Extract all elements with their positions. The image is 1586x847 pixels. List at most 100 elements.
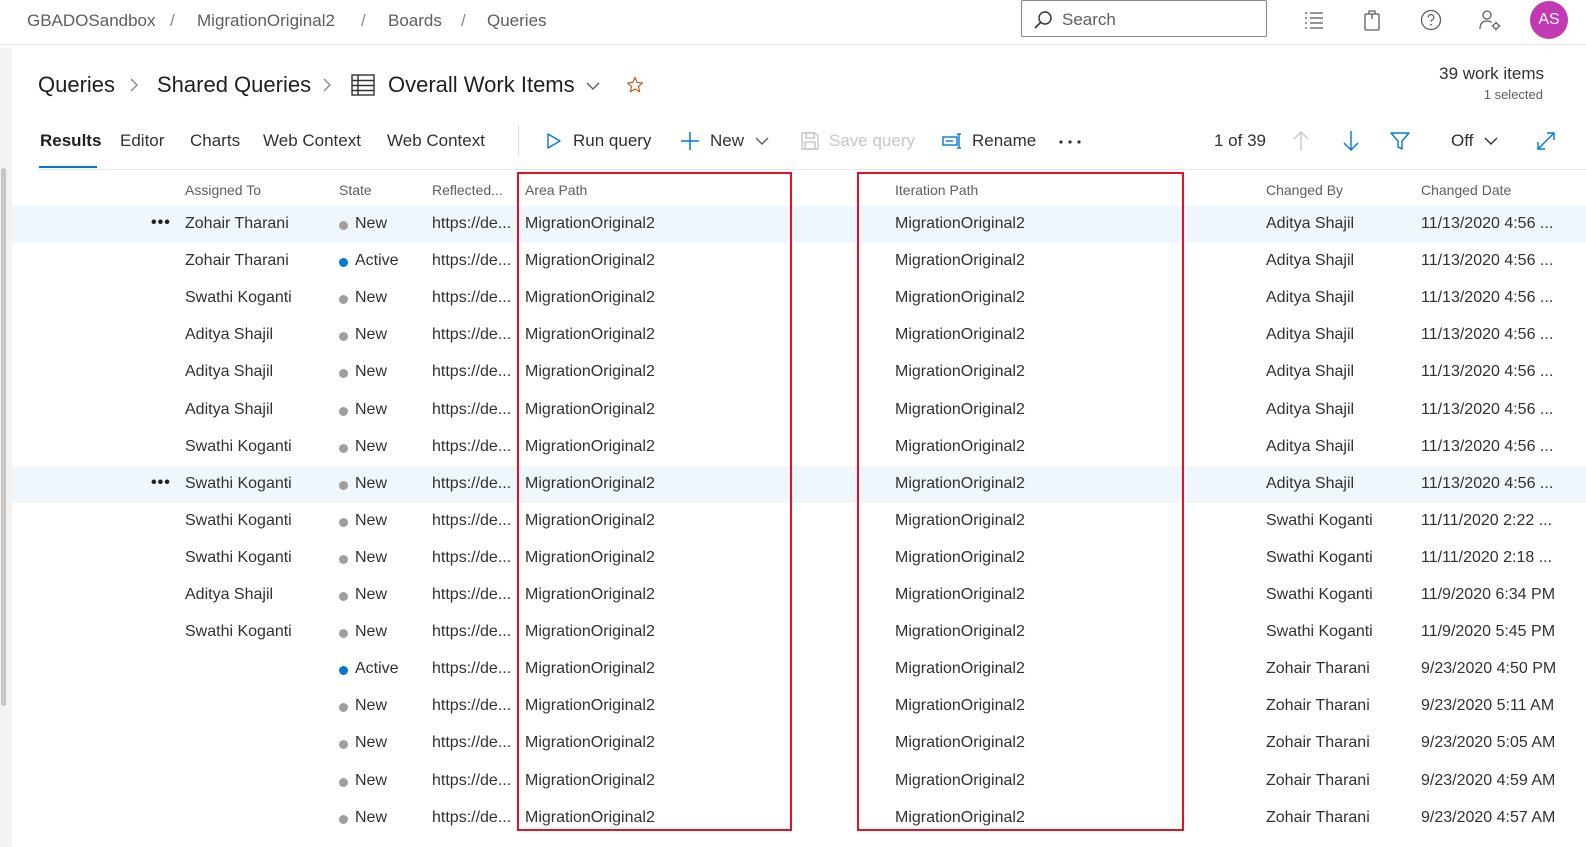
column-header-changed-by[interactable]: Changed By: [1266, 182, 1343, 198]
cell-changed-date: 11/9/2020 5:45 PM: [1421, 623, 1556, 640]
table-row[interactable]: ••• Zohair Tharani New https://de... Migrati…: [12, 206, 1586, 243]
fullscreen-expand-icon[interactable]: [1536, 131, 1556, 151]
table-row[interactable]: Aditya Shajil New https://de... MigrationOr…: [12, 577, 1586, 614]
cell-changed-date: 9/23/2020 5:11 AM: [1421, 697, 1555, 714]
cell-iteration-path: MigrationOriginal2: [895, 697, 1025, 714]
header-path-shared-queries[interactable]: Shared Queries: [157, 72, 311, 98]
cell-iteration-path: MigrationOriginal2: [895, 512, 1025, 529]
cell-reflected[interactable]: https://de...: [432, 363, 511, 381]
state-dot-icon: [339, 592, 348, 601]
favorite-star-icon[interactable]: [626, 76, 644, 94]
breadcrumb-organization[interactable]: GBADOSandbox: [27, 11, 156, 31]
cell-reflected[interactable]: https://de...: [432, 215, 511, 233]
cell-reflected[interactable]: https://de...: [432, 809, 511, 827]
result-position: 1 of 39: [1214, 131, 1266, 150]
rename-label: Rename: [972, 131, 1037, 150]
cell-reflected[interactable]: https://de...: [432, 475, 511, 493]
help-icon[interactable]: [1419, 8, 1443, 32]
tab-web-context[interactable]: Web Context: [263, 131, 361, 151]
query-menu-chevron-down-icon[interactable]: [585, 79, 601, 93]
run-query-label: Run query: [573, 131, 652, 150]
cell-assigned-to: Zohair Tharani: [185, 215, 289, 232]
vertical-scrollbar[interactable]: [1, 168, 6, 706]
column-header-area-path[interactable]: Area Path: [525, 182, 587, 198]
tab-results[interactable]: Results: [40, 131, 101, 151]
search-box[interactable]: [1021, 0, 1267, 37]
cell-assigned-to: Aditya Shajil: [185, 586, 274, 603]
cell-reflected[interactable]: https://de...: [432, 401, 511, 419]
cell-area-path: MigrationOriginal2: [525, 512, 655, 529]
table-row[interactable]: ••• Swathi Koganti New https://de... Migrati…: [12, 466, 1586, 503]
cell-reflected[interactable]: https://de...: [432, 586, 511, 604]
tab-web-context-2[interactable]: Web Context: [387, 131, 485, 151]
table-row[interactable]: Swathi Koganti New https://de... MigrationO…: [12, 429, 1586, 466]
table-row[interactable]: New https://de... MigrationOriginal2 Migrat…: [12, 763, 1586, 800]
table-row[interactable]: Aditya Shajil New https://de... MigrationOr…: [12, 354, 1586, 391]
breadcrumb-boards[interactable]: Boards: [388, 11, 442, 31]
breadcrumb-project[interactable]: MigrationOriginal2: [197, 11, 335, 31]
cell-area-path: MigrationOriginal2: [525, 475, 655, 492]
cell-reflected[interactable]: https://de...: [432, 438, 511, 456]
cell-reflected[interactable]: https://de...: [432, 772, 511, 790]
table-row[interactable]: New https://de... MigrationOriginal2 Migrat…: [12, 688, 1586, 725]
cell-area-path: MigrationOriginal2: [525, 623, 655, 640]
table-row[interactable]: Swathi Koganti New https://de... MigrationO…: [12, 280, 1586, 317]
top-navigation-bar: GBADOSandbox / MigrationOriginal2 / Boar…: [0, 0, 1586, 45]
cell-area-path: MigrationOriginal2: [525, 252, 655, 269]
cell-reflected[interactable]: https://de...: [432, 289, 511, 307]
cell-changed-date: 11/13/2020 4:56 ...: [1421, 438, 1554, 455]
table-row[interactable]: Aditya Shajil New https://de... MigrationOr…: [12, 392, 1586, 429]
column-header-reflected[interactable]: Reflected...: [432, 182, 503, 198]
column-header-iteration-path[interactable]: Iteration Path: [895, 182, 978, 198]
cell-reflected[interactable]: https://de...: [432, 326, 511, 344]
marketplace-bag-icon[interactable]: [1360, 8, 1384, 32]
search-icon: [1034, 11, 1052, 29]
query-table-icon: [351, 74, 375, 96]
cell-reflected[interactable]: https://de...: [432, 734, 511, 752]
breadcrumb-queries[interactable]: Queries: [487, 11, 547, 31]
table-row[interactable]: New https://de... MigrationOriginal2 Migrat…: [12, 725, 1586, 762]
tab-charts[interactable]: Charts: [190, 131, 240, 151]
arrow-down-icon[interactable]: [1342, 130, 1360, 152]
table-row[interactable]: Active https://de... MigrationOriginal2 Mig…: [12, 651, 1586, 688]
state-dot-icon: [339, 369, 348, 378]
table-row[interactable]: Zohair Tharani Active https://de... Migrati…: [12, 243, 1586, 280]
cell-reflected[interactable]: https://de...: [432, 512, 511, 530]
cell-reflected[interactable]: https://de...: [432, 549, 511, 567]
cell-area-path: MigrationOriginal2: [525, 660, 655, 677]
user-settings-icon[interactable]: [1478, 8, 1502, 32]
filter-icon[interactable]: [1390, 131, 1410, 151]
breadcrumb-separator: /: [361, 11, 366, 30]
row-more-actions-icon[interactable]: •••: [151, 214, 171, 232]
save-icon: [801, 132, 819, 150]
column-header-assigned-to[interactable]: Assigned To: [185, 182, 261, 198]
new-label: New: [710, 131, 745, 150]
arrow-up-icon[interactable]: [1292, 130, 1310, 152]
cell-state: New: [355, 512, 388, 529]
search-input[interactable]: [1060, 7, 1264, 33]
row-more-actions-icon[interactable]: •••: [151, 474, 171, 492]
column-header-state[interactable]: State: [339, 182, 372, 198]
cell-iteration-path: MigrationOriginal2: [895, 809, 1025, 826]
cell-area-path: MigrationOriginal2: [525, 401, 655, 418]
table-row[interactable]: New https://de... MigrationOriginal2 Migrat…: [12, 800, 1586, 837]
tab-editor[interactable]: Editor: [120, 131, 164, 151]
cell-reflected[interactable]: https://de...: [432, 252, 511, 270]
state-dot-icon: [339, 295, 348, 304]
table-row[interactable]: Swathi Koganti New https://de... MigrationO…: [12, 503, 1586, 540]
more-options-icon[interactable]: [1058, 139, 1082, 145]
task-list-icon[interactable]: [1302, 8, 1326, 32]
cell-reflected[interactable]: https://de...: [432, 623, 511, 641]
query-name[interactable]: Overall Work Items: [388, 72, 575, 98]
cell-state: New: [355, 438, 388, 455]
table-row[interactable]: Swathi Koganti New https://de... MigrationO…: [12, 540, 1586, 577]
cell-assigned-to: Swathi Koganti: [185, 289, 292, 306]
active-tab-indicator: [39, 166, 97, 168]
table-row[interactable]: Aditya Shajil New https://de... MigrationOr…: [12, 317, 1586, 354]
cell-reflected[interactable]: https://de...: [432, 697, 511, 715]
table-row[interactable]: Swathi Koganti New https://de... MigrationO…: [12, 614, 1586, 651]
header-path-queries[interactable]: Queries: [38, 72, 115, 98]
cell-reflected[interactable]: https://de...: [432, 660, 511, 678]
user-avatar[interactable]: AS: [1530, 1, 1568, 39]
column-header-changed-date[interactable]: Changed Date: [1421, 182, 1511, 198]
